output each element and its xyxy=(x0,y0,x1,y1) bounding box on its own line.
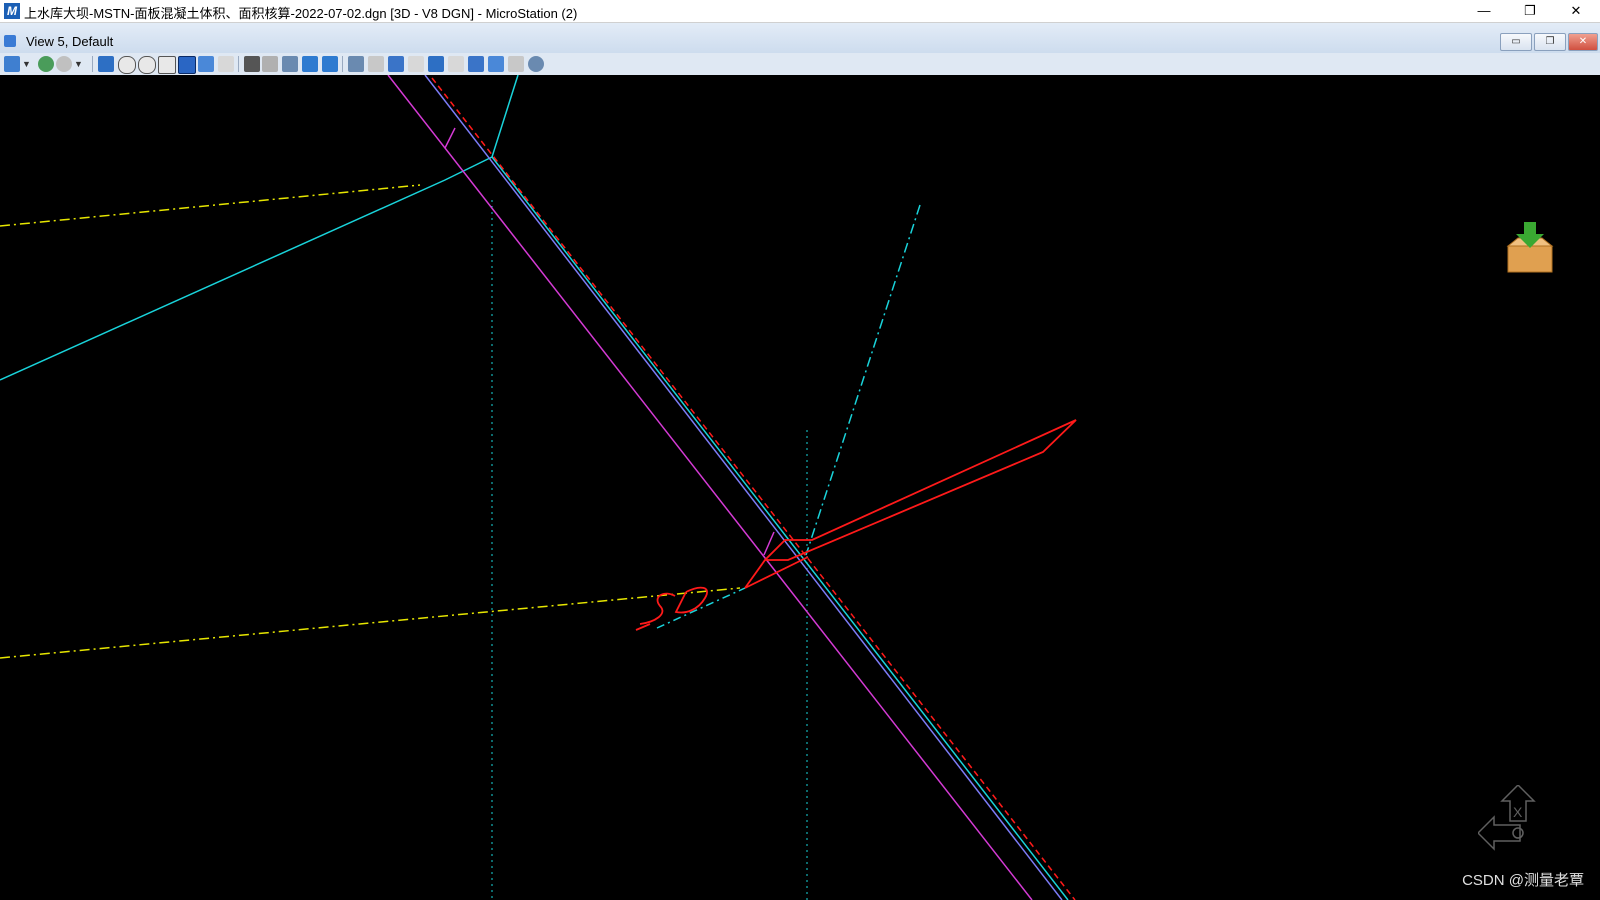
toolbar-separator-3 xyxy=(342,56,343,72)
restore-button[interactable]: ❐ xyxy=(1508,0,1552,22)
watermark-text: CSDN @测量老覃 xyxy=(1462,872,1584,889)
download-box-icon[interactable] xyxy=(1502,220,1562,280)
zoom-in-icon[interactable] xyxy=(118,56,136,74)
window-area-icon[interactable] xyxy=(158,56,176,74)
red-dashed-line xyxy=(431,77,1076,900)
cad-geometry xyxy=(0,75,1077,900)
zoom-out-icon[interactable] xyxy=(138,56,156,74)
pan-view-icon[interactable] xyxy=(218,56,234,72)
view-restore-button[interactable]: ❐ xyxy=(1534,33,1566,51)
window-title-bar: M 上水库大坝-MSTN-面板混凝土体积、面积核算-2022-07-02.dgn… xyxy=(0,0,1600,23)
standard-views-icon[interactable] xyxy=(488,56,504,72)
view-title: View 5, Default xyxy=(26,34,114,49)
view-axis-indicator: X xyxy=(1478,785,1536,851)
clip-mask-icon[interactable] xyxy=(388,56,404,72)
view-close-button[interactable]: ✕ xyxy=(1568,33,1598,51)
view-control-toolbar xyxy=(0,53,1600,76)
red-plate-edge xyxy=(744,556,809,589)
close-button[interactable]: ✕ xyxy=(1554,0,1598,22)
fit-view-icon[interactable] xyxy=(178,56,196,74)
minimize-button[interactable]: — xyxy=(1462,0,1506,22)
cyan-face-line xyxy=(491,156,1069,900)
blue-face-line xyxy=(424,75,1063,900)
display-style-icon[interactable] xyxy=(56,56,72,72)
camera-settings-icon[interactable] xyxy=(448,56,464,72)
view-rotation-icon[interactable] xyxy=(468,56,484,72)
yellow-centerline-bottom xyxy=(0,587,741,659)
toolbar-separator-2 xyxy=(238,56,239,72)
view-next-icon[interactable] xyxy=(322,56,338,72)
dropdown-arrow-icon[interactable]: ▼ xyxy=(22,56,31,72)
cyan-slope-line xyxy=(0,75,519,381)
magenta-tick-top xyxy=(444,127,456,149)
view-header xyxy=(0,23,1600,54)
cyan-dashdot-diagonal xyxy=(805,204,921,556)
copy-view-icon[interactable] xyxy=(348,56,364,72)
saved-views-icon[interactable] xyxy=(428,56,444,72)
change-view-perspective-icon[interactable] xyxy=(408,56,424,72)
render-icon[interactable] xyxy=(508,56,524,72)
view-previous-arrow-icon[interactable] xyxy=(302,56,318,72)
magenta-face-line xyxy=(387,75,1033,900)
levels-icon[interactable] xyxy=(38,56,54,72)
toolbar-separator xyxy=(92,56,93,72)
rotate-view-icon[interactable] xyxy=(198,56,214,72)
update-view-icon[interactable] xyxy=(98,56,114,72)
navigator-icon[interactable] xyxy=(528,56,544,72)
fly-icon[interactable] xyxy=(262,56,278,72)
microstation-logo-icon: M xyxy=(4,3,20,19)
view-previous-icon[interactable] xyxy=(282,56,298,72)
axis-x-label: X xyxy=(1513,804,1523,820)
walk-icon[interactable] xyxy=(244,56,260,72)
view-minimize-button[interactable]: ▭ xyxy=(1500,33,1532,51)
clip-volume-icon[interactable] xyxy=(368,56,384,72)
view-attributes-icon[interactable] xyxy=(4,56,20,72)
drawing-canvas[interactable]: X CSDN @测量老覃 xyxy=(0,75,1600,900)
red-handwritten-annotation xyxy=(635,586,708,631)
view-window-icon xyxy=(4,35,16,47)
dropdown-arrow-icon-2[interactable]: ▼ xyxy=(74,56,83,72)
window-title: 上水库大坝-MSTN-面板混凝土体积、面积核算-2022-07-02.dgn [… xyxy=(24,6,578,21)
